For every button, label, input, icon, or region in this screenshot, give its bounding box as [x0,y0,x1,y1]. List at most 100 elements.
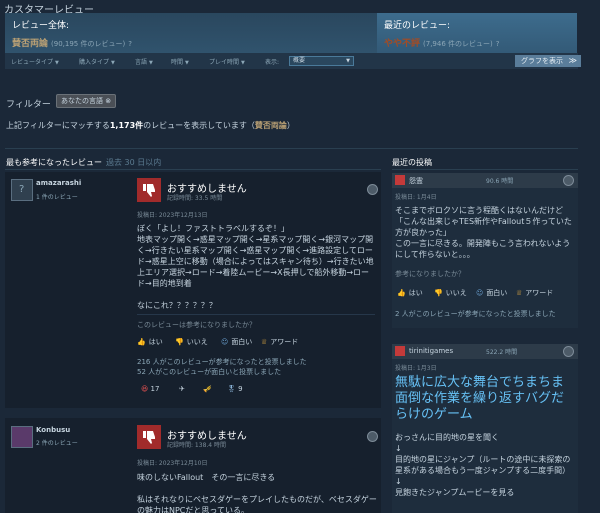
chevron-down-icon: ▼ [149,60,153,66]
overall-count: (90,195 件のレビュー) [51,40,126,48]
vote-no-button[interactable]: 👎 いいえ [434,288,467,298]
match-prefix: 上記フィルターにマッチする [6,121,110,130]
post-header: tirinitigames 522.2 時間 [392,344,578,359]
award-icon: ♕ [516,289,523,297]
divider [5,169,381,170]
overall-rating[interactable]: 賛否両論 (90,195 件のレビュー)? [12,36,132,49]
horn-award-icon[interactable]: 🎺 [203,385,212,393]
show-graph-button[interactable]: グラフを表示 ≫ [515,55,581,67]
divider [392,169,578,170]
review-filter-bar: レビュータイプ ▼ 購入タイプ ▼ 言語 ▼ 時間 ▼ プレイ時間 ▼ 表示: 概要 ▼ グ… [5,53,581,69]
post-playtime: 90.6 時間 [486,178,514,185]
show-graph-label: グラフを表示 [521,57,563,65]
award-button[interactable]: ♕ アワード [516,288,553,298]
helpful-question: 参考になりましたか？ [395,270,465,278]
question-icon[interactable]: ? [496,40,500,48]
filter-review-type[interactable]: レビュータイプ ▼ [11,57,59,66]
overall-label: レビュー全体: [12,21,70,31]
display-label: 表示: [265,59,280,66]
laughing-award-icon: 😆 [141,385,149,393]
steam-icon [367,184,378,195]
thumbs-down-icon: 👎 [175,338,184,346]
match-rating: 賛否両論 [254,121,287,130]
smile-icon: ☺ [476,289,484,297]
post-playtime: 522.2 時間 [486,349,518,356]
recent-rating-value[interactable]: やや不評 [384,39,420,49]
most-helpful-title: 最も参考になったレビュー [6,158,102,167]
language-filter-chip[interactable]: あなたの言語 ⊗ [56,94,117,108]
vote-no-button[interactable]: 👎 いいえ [175,337,208,347]
filter-heading: フィルター [6,100,51,110]
reviewer-review-count[interactable]: 2 件のレビュー [36,438,78,447]
post-title[interactable]: 無駄に広大な舞台でちまちま面倒な作業を繰り返すバグだらけのゲーム [395,375,575,423]
close-icon[interactable]: ⊗ [105,97,111,105]
most-helpful-heading: 最も参考になったレビュー 過去 30 日以内 [6,157,161,168]
recent-post-card: 怨霊 90.6 時間 投稿日: 1月4日 そこまでボロクソに言う程酷くはないんだ… [392,173,578,328]
question-icon: ? [19,184,25,195]
post-body: そこまでボロクソに言う程酷くはないんだけど「こんな出来じゃTES新作やFallo… [395,206,572,259]
post-body: おっさんに目的地の星を聞く ↓ 目的地の星にジャンプ（ルートの途中に未探索の星系… [395,433,571,497]
divider [137,314,375,315]
award-icon: ♕ [261,338,268,346]
review-posted-date: 投稿日: 2023年12月13日 [137,212,208,219]
filter-purchase-type[interactable]: 購入タイプ ▼ [79,57,115,66]
thumbs-down-icon [395,175,405,185]
display-value: 概要 [293,57,306,64]
recent-rating[interactable]: やや不評 (7,946 件のレビュー)? [384,36,499,49]
filter-label: 言語 [135,59,148,66]
chevron-down-icon: ▼ [55,60,59,66]
chip-label: あなたの言語 [61,97,103,105]
chevron-down-icon: ▼ [111,60,115,66]
review-playtime: 記録時間: 138.4 時間 [167,442,227,449]
vote-label: はい [408,289,423,297]
question-icon[interactable]: ? [128,40,132,48]
vote-label: いいえ [186,338,208,346]
reviewer-name[interactable]: Konbusu [36,426,70,434]
thumbs-down-icon: 👎 [434,289,443,297]
filter-label: 時間 [171,59,184,66]
vote-label: いいえ [445,289,467,297]
filter-playtime[interactable]: プレイ時間 ▼ [209,57,245,66]
post-user[interactable]: tirinitigames [409,347,453,355]
display-select[interactable]: 概要 ▼ [289,56,354,66]
vote-funny-button[interactable]: ☺ 面白い [221,337,252,347]
chevron-down-icon: ▼ [346,58,350,64]
filter-language[interactable]: 言語 ▼ [135,57,153,66]
steam-icon [563,175,574,186]
review-playtime: 記録時間: 33.5 時間 [167,195,223,202]
recent-reviews-summary: 最近のレビュー: やや不評 (7,946 件のレビュー)? [377,13,577,53]
overall-rating-value[interactable]: 賛否両論 [12,39,48,49]
helpful-count: 2 人がこのレビューが参考になったと投票しました [395,310,556,318]
filter-date[interactable]: 時間 ▼ [171,57,189,66]
recent-posts-heading: 最近の投稿 [392,158,432,167]
wings-award-icon[interactable]: ✈ [179,385,185,393]
steam-icon [563,346,574,357]
vote-yes-button[interactable]: 👍 はい [137,337,163,347]
review-posted-date: 投稿日: 2023年12月10日 [137,460,208,467]
avatar[interactable] [11,426,33,448]
filter-label: 購入タイプ [79,59,110,66]
vote-label: アワード [525,289,554,297]
award-count: 9 [238,385,243,393]
vote-label: はい [148,338,163,346]
chevron-down-icon: ▼ [185,60,189,66]
avatar[interactable]: ? [11,179,33,201]
award-item[interactable]: 🎖 9 [227,385,243,393]
vote-label: アワード [270,338,299,346]
vote-funny-button[interactable]: ☺ 面白い [476,288,507,298]
reviewer-review-count[interactable]: 1 件のレビュー [36,192,78,201]
review-card: ? amazarashi 1 件のレビュー おすすめしません 記録時間: 33.… [5,172,381,408]
reviewer-name[interactable]: amazarashi [36,179,81,187]
vote-label: 面白い [486,289,508,297]
match-end: ） [286,121,295,130]
post-user[interactable]: 怨霊 [409,176,423,186]
filter-label: プレイ時間 [209,59,240,66]
funny-count: 52 人がこのレビューが面白いと投票しました [137,368,282,376]
match-count: 1,173件 [109,121,144,130]
smile-icon: ☺ [221,338,229,346]
vote-yes-button[interactable]: 👍 はい [397,288,423,298]
overall-reviews-summary: レビュー全体: 賛否両論 (90,195 件のレビュー)? [5,13,377,53]
award-button[interactable]: ♕ アワード [261,337,298,347]
award-item[interactable]: 😆 17 [141,385,159,393]
post-date: 投稿日: 1月4日 [395,194,437,201]
